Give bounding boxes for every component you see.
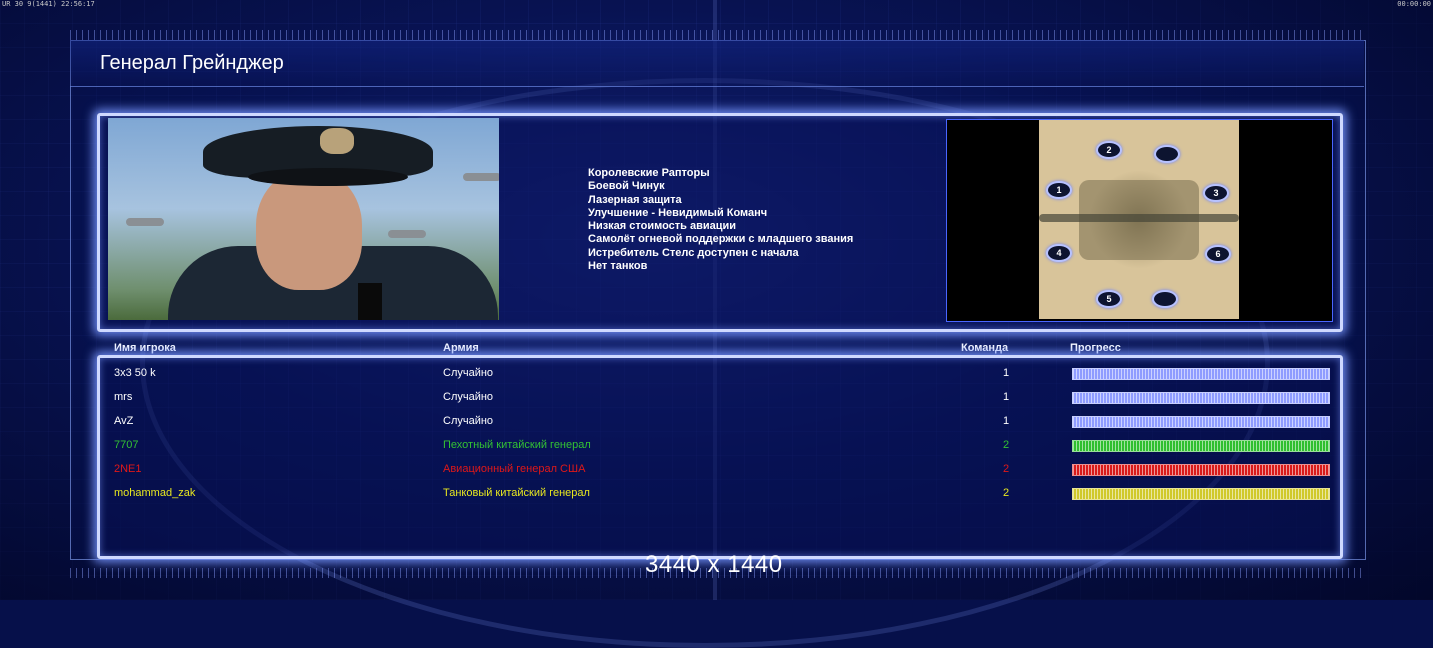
start-position-2: 2 (1096, 141, 1122, 159)
player-name: mohammad_zak (114, 487, 196, 499)
cap-badge-image (320, 128, 354, 154)
header-army: Армия (443, 342, 479, 354)
player-team: 1 (1003, 415, 1010, 427)
general-title: Генерал Грейнджер (100, 52, 284, 74)
player-name: mrs (114, 391, 133, 403)
tie-image (358, 283, 382, 320)
cap-visor-image (248, 168, 408, 186)
player-team: 1 (1003, 367, 1010, 379)
general-traits-list: Королевские Рапторы Боевой Чинук Лазерна… (588, 167, 853, 273)
trait-item: Лазерная защита (588, 193, 682, 206)
start-position-1: 1 (1046, 181, 1072, 199)
player-army: Случайно (443, 415, 494, 427)
resolution-label: 3440 x 1440 (645, 551, 783, 578)
trait-item: Нет танков (588, 260, 648, 273)
player-row: mohammad_zak Танковый китайский генерал … (0, 481, 1433, 505)
player-name: AvZ (114, 415, 134, 427)
start-position-empty (1154, 145, 1180, 163)
player-row: AvZ Случайно 1 (0, 409, 1433, 433)
player-name: 3x3 50 k (114, 367, 156, 379)
player-army: Танковый китайский генерал (443, 487, 590, 499)
player-team: 2 (1003, 463, 1010, 475)
trait-item: Королевские Рапторы (588, 167, 710, 179)
player-progress-bar (1072, 392, 1330, 404)
trait-item: Истребитель Стелс доступен с начала (588, 246, 799, 259)
player-team: 2 (1003, 487, 1010, 499)
player-progress-bar (1072, 440, 1330, 452)
helicopter-image (388, 230, 426, 238)
start-position-6: 6 (1205, 245, 1231, 263)
start-position-empty (1152, 290, 1178, 308)
trait-item: Низкая стоимость авиации (588, 220, 737, 233)
map-preview: 2 1 3 4 6 5 (1039, 120, 1239, 319)
helicopter-image (463, 173, 499, 181)
player-army: Случайно (443, 367, 494, 379)
start-position-5: 5 (1096, 290, 1122, 308)
player-row: 3x3 50 k Случайно 1 (0, 361, 1433, 385)
header-player-name: Имя игрока (114, 342, 176, 354)
player-army: Авиационный генерал США (443, 463, 586, 475)
header-progress: Прогресс (1070, 342, 1121, 354)
player-row: 7707 Пехотный китайский генерал 2 (0, 433, 1433, 457)
player-progress-bar (1072, 416, 1330, 428)
trait-item: Самолёт огневой поддержки с младшего зва… (588, 233, 854, 246)
helicopter-image (126, 218, 164, 226)
player-army: Случайно (443, 391, 494, 403)
player-progress-bar (1072, 464, 1330, 476)
player-row: 2NE1 Авиационный генерал США 2 (0, 457, 1433, 481)
player-team: 1 (1003, 391, 1010, 403)
start-position-3: 3 (1203, 184, 1229, 202)
player-army: Пехотный китайский генерал (443, 439, 591, 451)
hud-status-left: UR 30 9(1441) 22:56:17 (2, 0, 95, 8)
player-team: 2 (1003, 439, 1010, 451)
face-image (256, 170, 362, 290)
trait-item: Улучшение - Невидимый Команч (588, 206, 768, 219)
start-position-4: 4 (1046, 244, 1072, 262)
player-name: 2NE1 (114, 463, 142, 475)
player-row: mrs Случайно 1 (0, 385, 1433, 409)
trait-item: Боевой Чинук (588, 180, 665, 193)
player-progress-bar (1072, 488, 1330, 500)
header-team: Команда (961, 342, 1009, 354)
general-portrait (108, 118, 499, 320)
player-progress-bar (1072, 368, 1330, 380)
hud-clock: 00:00:00 (1397, 0, 1431, 8)
map-river (1039, 214, 1239, 222)
top-tick-ruler (70, 30, 1366, 40)
player-name: 7707 (114, 439, 139, 451)
